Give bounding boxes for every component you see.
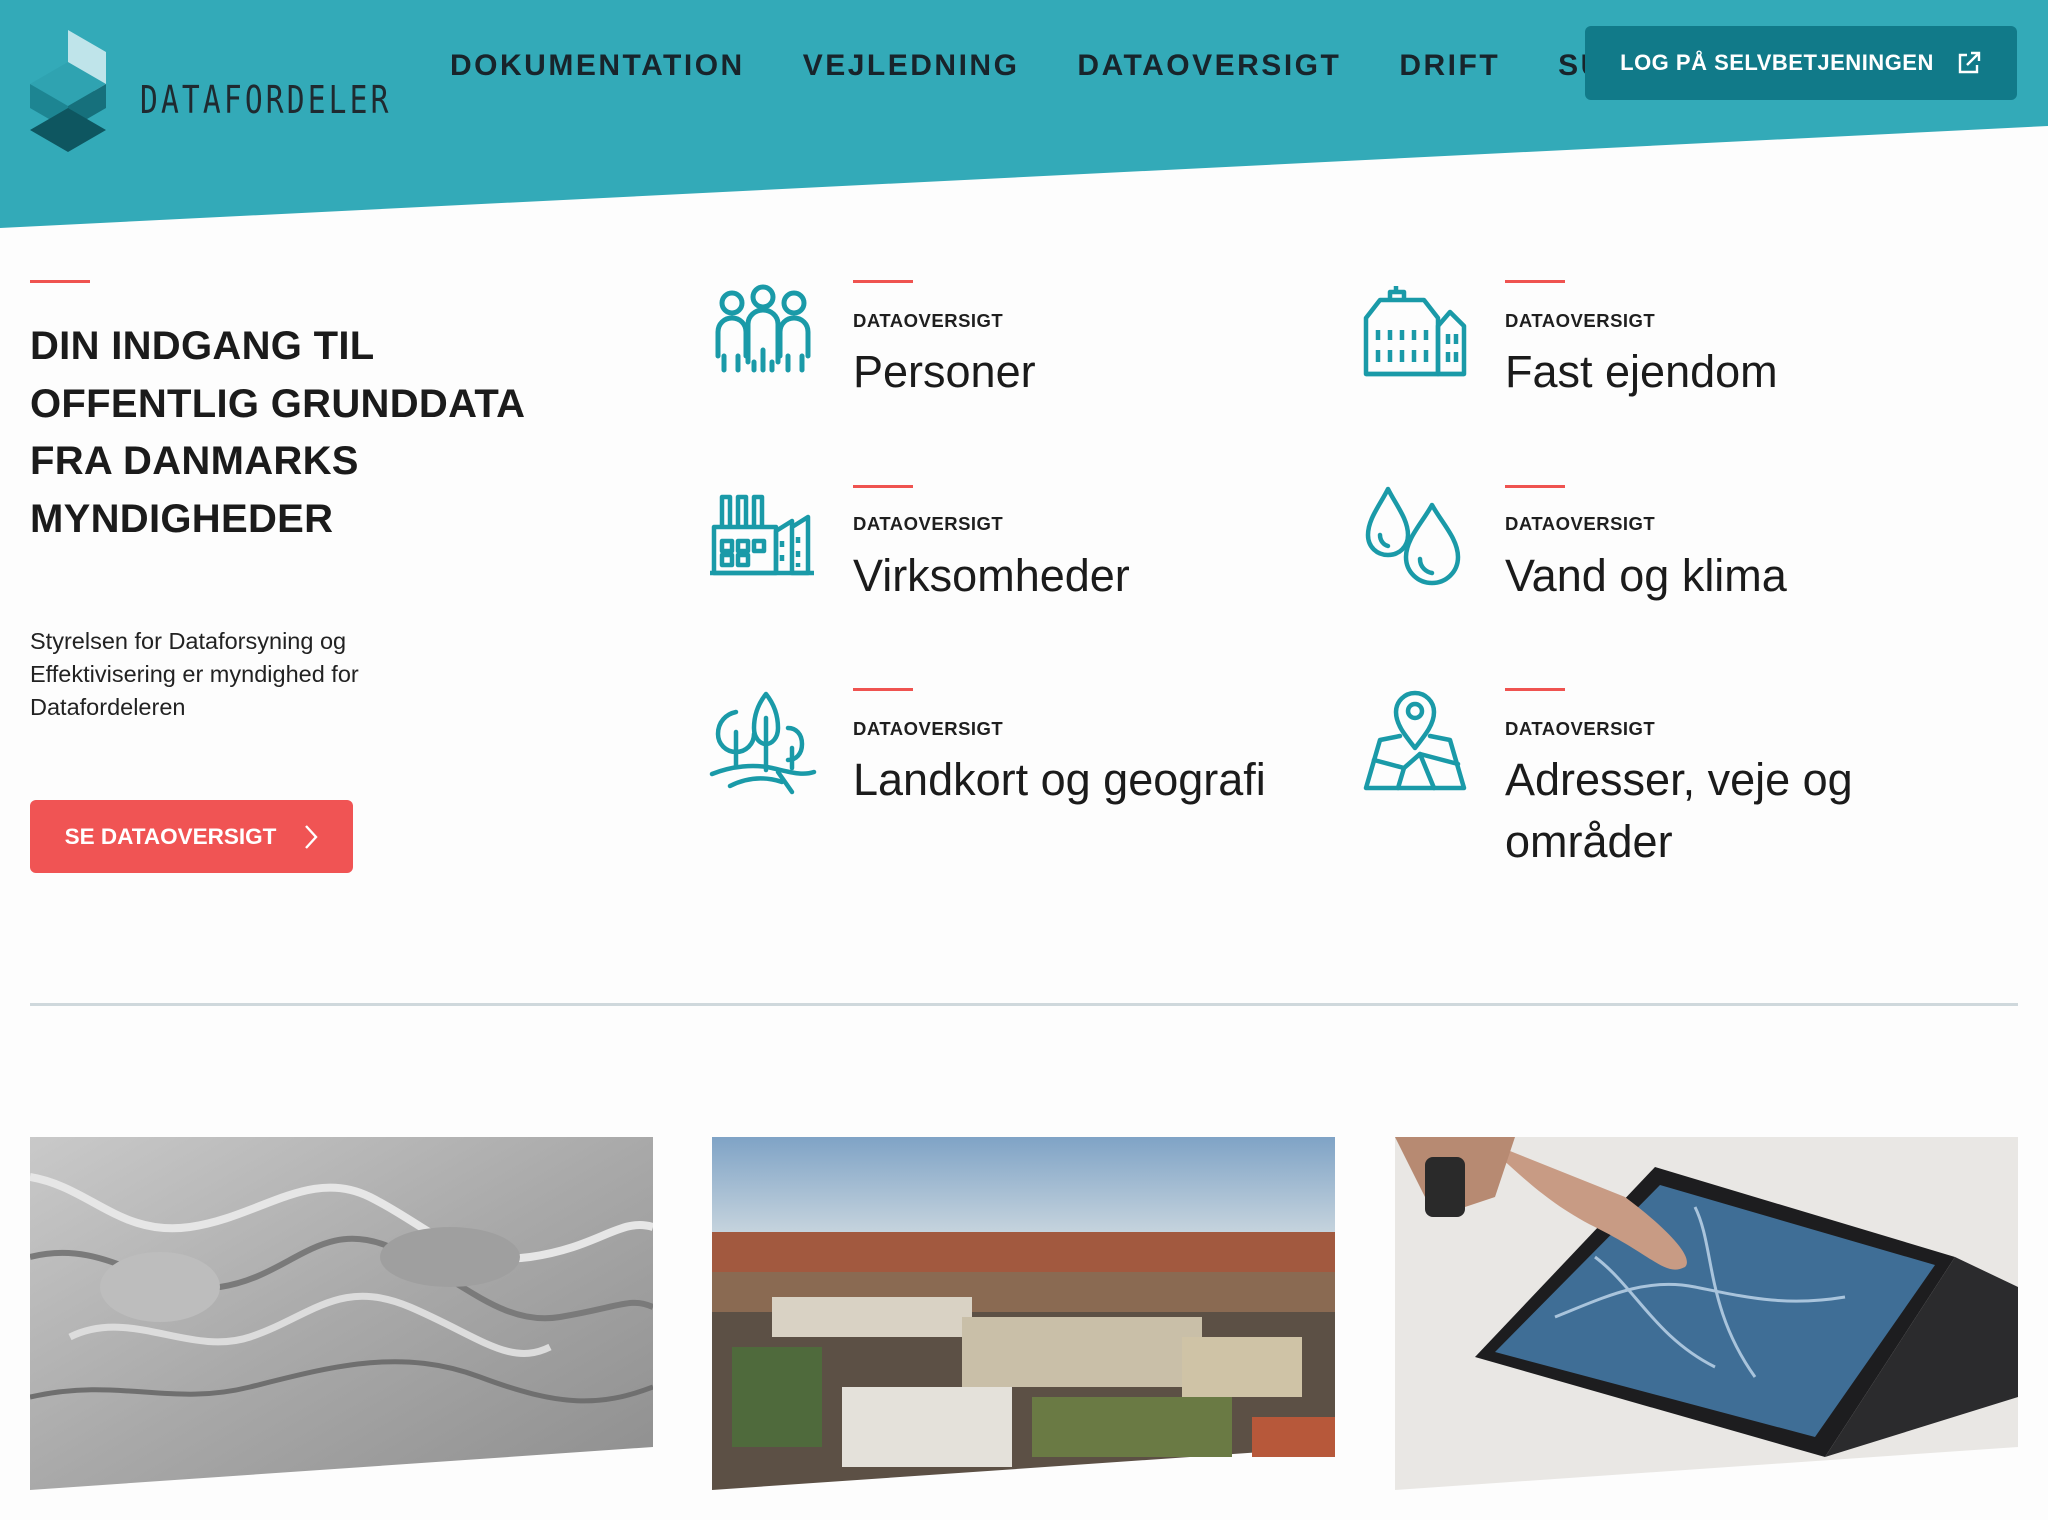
category-kicker: DATAOVERSIGT — [853, 718, 1004, 739]
accent-line — [853, 688, 913, 691]
accent-line — [853, 485, 913, 488]
category-kicker: DATAOVERSIGT — [853, 513, 1004, 534]
datafordeler-logo-icon — [30, 30, 106, 152]
water-drops-icon — [1365, 486, 1461, 586]
tablet-map-image[interactable] — [1395, 1137, 2018, 1490]
category-title: Landkort og geografi — [853, 754, 1266, 805]
accent-line — [853, 280, 913, 283]
city-aerial-image[interactable] — [712, 1137, 1335, 1490]
nav-dokumentation[interactable]: DOKUMENTATION — [450, 44, 745, 88]
trees-icon — [709, 691, 817, 795]
hero-title: DIN INDGANG TIL OFFENTLIG GRUNDDATA FRA … — [30, 324, 524, 541]
section-divider — [30, 1003, 2018, 1006]
map-pin-icon — [1363, 690, 1467, 791]
category-title: Personer — [853, 346, 1036, 397]
category-title: Virksomheder — [853, 550, 1130, 601]
nav-drift[interactable]: DRIFT — [1399, 44, 1500, 88]
factory-icon — [710, 494, 814, 576]
category-kicker: DATAOVERSIGT — [1505, 310, 1656, 331]
hero-accent-line — [30, 280, 90, 283]
main-nav: DOKUMENTATION VEJLEDNING DATAOVERSIGT DRIFT… — [450, 44, 1585, 88]
cta-label: SE DATAOVERSIGT — [64, 823, 277, 849]
nav-vejledning[interactable]: VEJLEDNING — [803, 44, 1020, 88]
category-kicker: DATAOVERSIGT — [853, 310, 1004, 331]
hero-subtitle: Styrelsen for Dataforsyning og Effektivi… — [30, 628, 359, 720]
external-link-icon — [1958, 51, 1981, 74]
see-data-overview-button[interactable]: SE DATAOVERSIGT — [30, 800, 353, 873]
brand-name: DATAFORDELER — [140, 78, 392, 122]
nav-dataoversigt[interactable]: DATAOVERSIGT — [1077, 44, 1341, 88]
category-title: Fast ejendom — [1505, 346, 1778, 397]
category-title: Adresser, veje og områder — [1505, 754, 1853, 867]
terrain-relief-image[interactable] — [30, 1137, 653, 1490]
category-title: Vand og klima — [1505, 550, 1787, 601]
accent-line — [1505, 688, 1565, 691]
login-button[interactable]: LOG PÅ SELVBETJENINGEN — [1585, 26, 2017, 100]
accent-line — [1505, 485, 1565, 488]
site-logo[interactable]: DATAFORDELER — [30, 30, 388, 158]
people-icon — [715, 284, 811, 373]
accent-line — [1505, 280, 1565, 283]
category-kicker: DATAOVERSIGT — [1505, 718, 1656, 739]
login-button-label: LOG PÅ SELVBETJENINGEN — [1620, 50, 1934, 75]
building-icon — [1363, 286, 1467, 377]
nav-support[interactable]: SUPPORT — [1558, 44, 1585, 88]
category-kicker: DATAOVERSIGT — [1505, 513, 1656, 534]
chevron-right-icon — [305, 824, 318, 849]
